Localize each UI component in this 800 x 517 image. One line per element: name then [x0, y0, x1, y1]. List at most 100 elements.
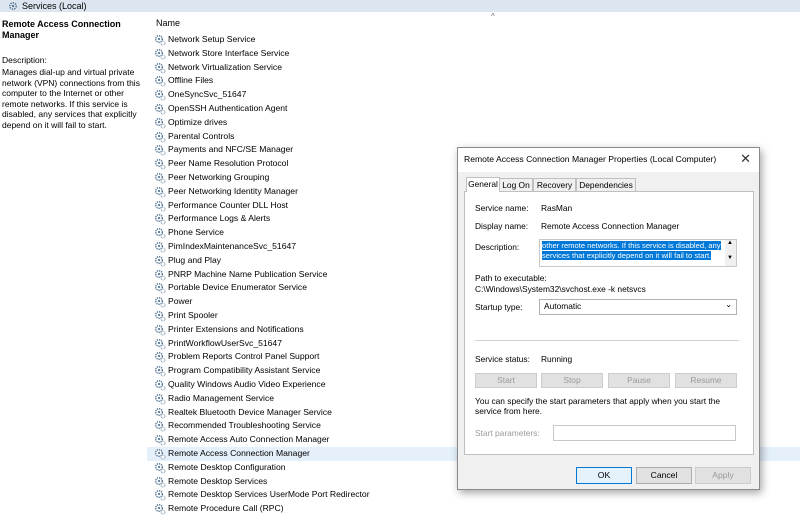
service-gear-icon [154, 310, 166, 322]
service-gear-icon [154, 490, 166, 501]
service-gear-icon [154, 352, 166, 363]
apply-button[interactable]: Apply [695, 467, 751, 484]
service-gear-icon [154, 379, 166, 391]
service-gear-icon [154, 297, 166, 308]
service-gear-icon [154, 145, 166, 156]
cancel-button[interactable]: Cancel [636, 467, 692, 484]
service-name: Program Compatibility Assistant Service [168, 365, 321, 376]
service-name: Peer Networking Grouping [168, 172, 270, 182]
list-item[interactable]: Remote Desktop Services UserMode Port Re… [147, 488, 800, 502]
service-name: Printer Extensions and Notifications [168, 323, 304, 334]
description-selected-text: other remote networks. If this service i… [542, 241, 721, 260]
pause-button[interactable]: Pause [608, 373, 670, 388]
service-gear-icon [154, 504, 166, 515]
start-button[interactable]: Start [475, 373, 537, 388]
tab-general[interactable]: General [466, 177, 500, 192]
service-name: Quality Windows Audio Video Experience [168, 379, 326, 389]
list-item[interactable]: Remote Procedure Call (RPC) [147, 502, 800, 516]
service-gear-icon [154, 462, 166, 474]
description-text: Manages dial-up and virtual private netw… [2, 67, 140, 130]
service-name: Optimize drives [168, 116, 228, 127]
service-gear-icon [154, 172, 166, 184]
service-name: Remote Desktop Services UserMode Port Re… [168, 489, 370, 500]
service-gear-icon [154, 62, 166, 74]
ok-button[interactable]: OK [576, 467, 632, 484]
description-field[interactable]: other remote networks. If this service i… [539, 239, 737, 267]
list-item[interactable]: Parental Controls [147, 130, 800, 144]
description-pane: Remote Access Connection Manager Descrip… [0, 12, 147, 517]
service-name: Remote Desktop Configuration [168, 461, 286, 472]
service-gear-icon [154, 117, 166, 129]
list-header: Name ^ [147, 12, 800, 34]
close-icon[interactable]: ✕ [740, 151, 751, 167]
list-item[interactable]: OpenSSH Authentication Agent [147, 102, 800, 116]
service-name: OneSyncSvc_51647 [168, 89, 247, 100]
service-name: Parental Controls [168, 130, 235, 141]
service-gear-icon [154, 76, 166, 87]
list-item[interactable]: OneSyncSvc_51647 [147, 88, 800, 102]
service-gear-icon [154, 159, 166, 170]
description-label: Description: [2, 55, 47, 65]
service-gear-icon [154, 324, 166, 336]
service-gear-icon [154, 269, 166, 281]
stop-button[interactable]: Stop [541, 373, 603, 388]
service-name: Payments and NFC/SE Manager [168, 144, 294, 155]
resume-button[interactable]: Resume [675, 373, 737, 388]
service-name: Peer Name Resolution Protocol [168, 158, 289, 169]
service-name: Print Spooler [168, 310, 218, 320]
service-name: Peer Networking Identity Manager [168, 185, 298, 196]
service-gear-icon [154, 366, 166, 377]
properties-dialog: Remote Access Connection Manager Propert… [457, 147, 760, 490]
service-name: Offline Files [168, 75, 214, 86]
dialog-title-bar: Remote Access Connection Manager Propert… [458, 148, 759, 172]
scroll-up-icon[interactable]: ▲ [727, 240, 733, 246]
service-name: Network Store Interface Service [168, 47, 290, 58]
list-item[interactable]: Offline Files [147, 74, 800, 88]
service-name: Plug and Play [168, 254, 222, 265]
general-panel: Service name: RasMan Display name: Remot… [464, 191, 754, 455]
service-name: Remote Procedure Call (RPC) [168, 503, 284, 514]
service-status-value: Running [541, 354, 573, 364]
path-value: C:\Windows\System32\svchost.exe -k netsv… [475, 284, 646, 294]
service-name: Realtek Bluetooth Device Manager Service [168, 406, 332, 417]
service-name: Remote Access Connection Manager [168, 448, 310, 458]
startup-type-select[interactable]: Automatic ⌄ [539, 299, 737, 315]
service-gear-icon [154, 476, 166, 488]
service-name: Phone Service [168, 227, 224, 238]
list-item[interactable]: Optimize drives [147, 116, 800, 130]
service-name: Remote Desktop Services [168, 475, 268, 486]
service-name: PrintWorkflowUserSvc_51647 [168, 337, 282, 348]
service-gear-icon [154, 393, 166, 405]
scroll-down-icon[interactable]: ▼ [727, 255, 733, 261]
start-parameters-label: Start parameters: [475, 428, 540, 438]
service-gear-icon [154, 448, 166, 460]
service-name: PNRP Machine Name Publication Service [168, 268, 328, 279]
description-field-label: Description: [475, 242, 520, 252]
list-item[interactable]: Network Virtualization Service [147, 61, 800, 75]
chevron-down-icon: ⌄ [725, 300, 732, 309]
tab-log-on[interactable]: Log On [499, 178, 533, 191]
tab-dependencies[interactable]: Dependencies [576, 178, 636, 191]
service-gear-icon [154, 435, 166, 446]
display-name-label: Display name: [475, 221, 529, 231]
service-status-label: Service status: [475, 354, 530, 364]
service-gear-icon [154, 228, 166, 239]
start-parameters-input[interactable] [553, 425, 736, 441]
list-item[interactable]: Network Setup Service [147, 33, 800, 47]
column-header-name[interactable]: Name [156, 18, 180, 28]
description-scrollbar[interactable]: ▲ ▼ [725, 240, 736, 266]
service-gear-icon [154, 200, 166, 212]
sort-ascending-icon: ^ [491, 12, 495, 21]
startup-type-value: Automatic [544, 301, 582, 311]
start-parameters-help: You can specify the start parameters tha… [475, 396, 721, 416]
tab-recovery[interactable]: Recovery [533, 178, 576, 191]
service-name: Remote Access Auto Connection Manager [168, 434, 330, 445]
path-label: Path to executable: [475, 273, 547, 283]
service-gear-icon [154, 103, 166, 115]
service-name: Network Setup Service [168, 34, 256, 44]
service-gear-icon [154, 90, 166, 101]
service-name: Network Virtualization Service [168, 61, 282, 72]
service-name-label: Service name: [475, 203, 529, 213]
list-item[interactable]: Network Store Interface Service [147, 47, 800, 61]
service-name: PimIndexMaintenanceSvc_51647 [168, 241, 297, 251]
